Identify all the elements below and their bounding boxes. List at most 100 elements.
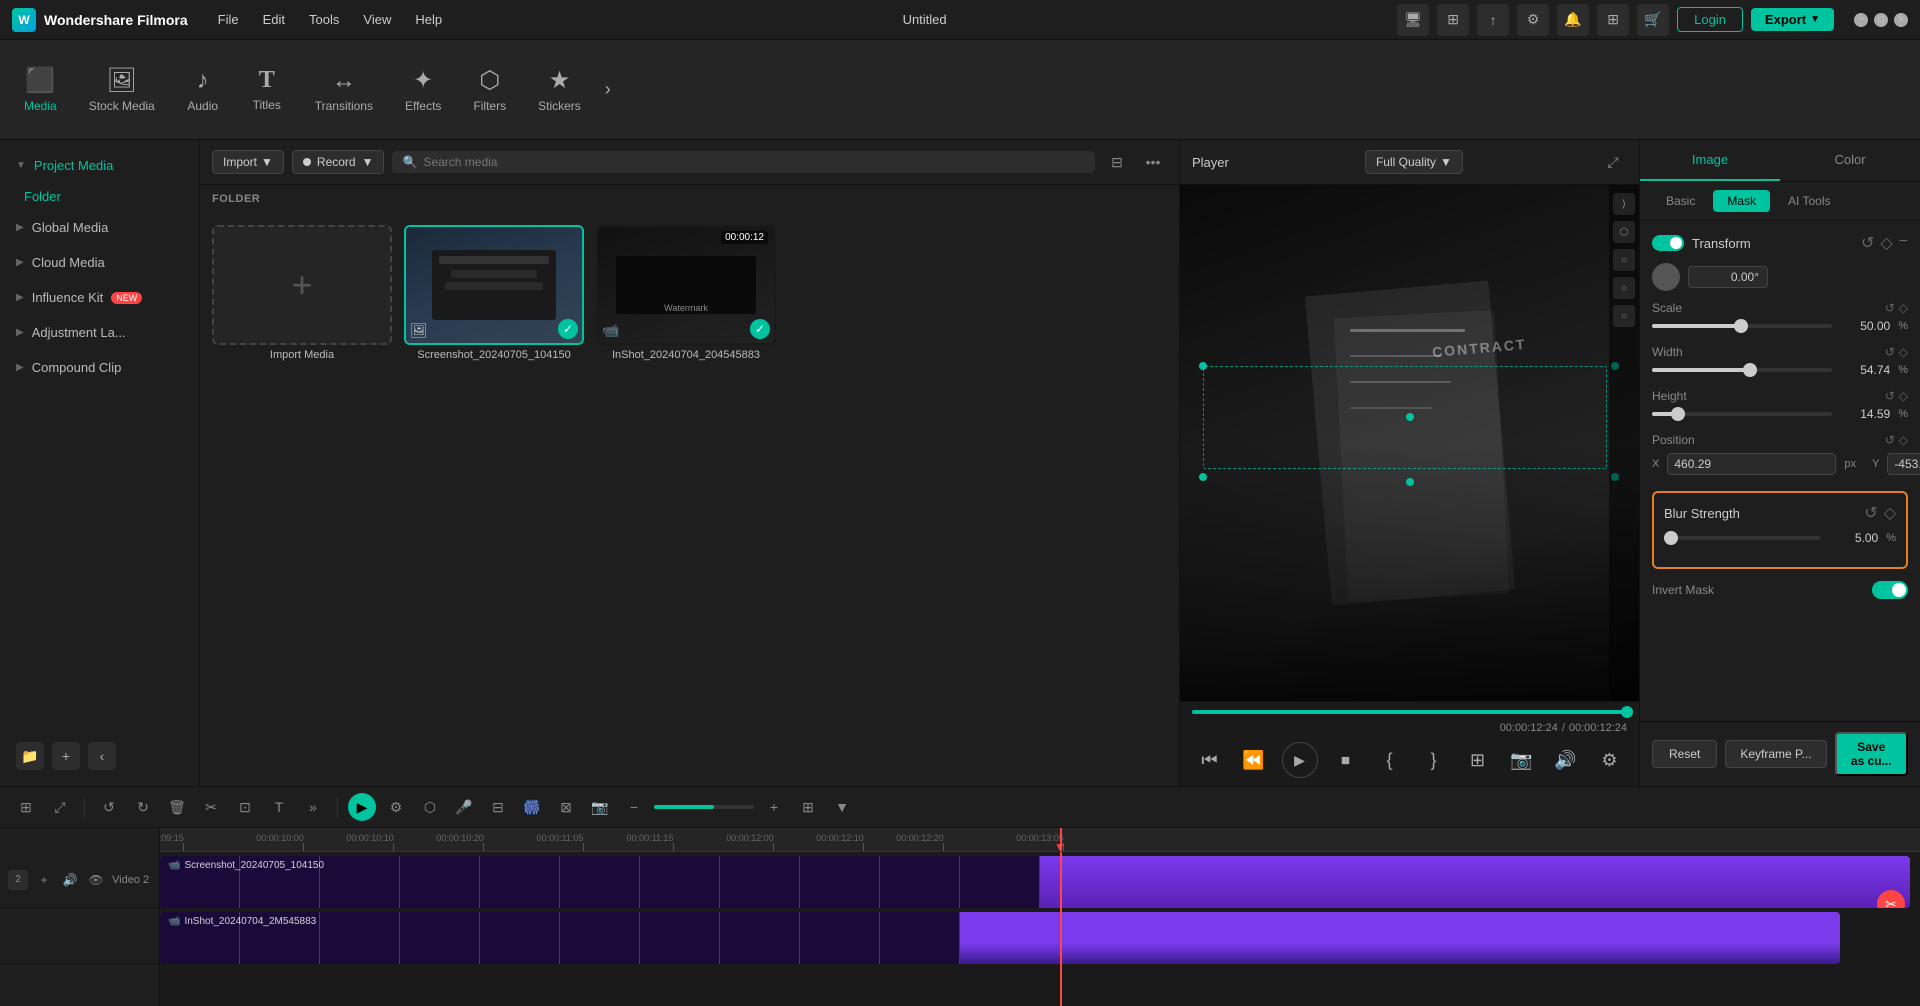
sidebar-item-compound-clip[interactable]: ▶ Compound Clip (0, 350, 199, 385)
media-item-inshot[interactable]: 00:00:12 Watermark 📹 ✓ InShot_20240704_2… (596, 225, 776, 774)
import-button[interactable]: Import ▼ (212, 150, 284, 174)
settings-icon[interactable]: ⚙ (1517, 4, 1549, 36)
scissors-button[interactable]: ✂ (1877, 890, 1905, 908)
tool-filters[interactable]: ⬡ Filters (457, 58, 522, 121)
sidebar-item-global-media[interactable]: ▶ Global Media (0, 210, 199, 245)
video-track-1[interactable]: 📹 Screenshot_20240705_104150 ✂ (160, 856, 1910, 908)
side-btn-3[interactable]: ○ (1613, 249, 1635, 271)
tl-magnet-btn[interactable]: ⤢ (46, 793, 74, 821)
blur-slider[interactable] (1664, 536, 1820, 540)
subtab-ai-tools[interactable]: AI Tools (1774, 190, 1844, 212)
reset-transform-icon[interactable]: ↺ (1861, 233, 1874, 253)
scale-reset-icon[interactable]: ↺ (1885, 301, 1895, 315)
preview-progress-bar[interactable] (1192, 710, 1627, 714)
menu-tools[interactable]: Tools (299, 8, 349, 31)
tl-cut-btn[interactable]: ✂ (197, 793, 225, 821)
subtab-mask[interactable]: Mask (1713, 190, 1770, 212)
side-btn-2[interactable]: ⬡ (1613, 221, 1635, 243)
height-diamond-icon[interactable]: ◇ (1899, 389, 1908, 403)
menu-edit[interactable]: Edit (253, 8, 295, 31)
subtab-basic[interactable]: Basic (1652, 190, 1709, 212)
x-input[interactable]: 460.29 (1667, 453, 1836, 475)
skip-back-button[interactable]: ⏮ (1194, 744, 1226, 776)
import-media-item[interactable]: + Import Media (212, 225, 392, 774)
transform-diamond-icon[interactable]: ◇ (1880, 233, 1892, 253)
snapshot-button[interactable]: 📷 (1506, 744, 1538, 776)
quality-select[interactable]: Full Quality ▼ (1365, 150, 1463, 174)
tl-undo-btn[interactable]: ↺ (95, 793, 123, 821)
sidebar-folder[interactable]: Folder (0, 183, 199, 210)
more-button[interactable]: ••• (1139, 148, 1167, 176)
close-button[interactable]: × (1894, 13, 1908, 27)
tl-more2-btn[interactable]: ▼ (828, 793, 856, 821)
scale-slider[interactable] (1652, 324, 1832, 328)
volume-button[interactable]: 🔊 (1550, 744, 1582, 776)
tl-layer-btn[interactable]: ⊟ (484, 793, 512, 821)
sidebar-item-cloud-media[interactable]: ▶ Cloud Media (0, 245, 199, 280)
play-button[interactable]: ▶ (1282, 742, 1318, 778)
sidebar-item-adjustment[interactable]: ▶ Adjustment La... (0, 315, 199, 350)
width-slider[interactable] (1652, 368, 1832, 372)
tl-mic-btn[interactable]: 🎤 (450, 793, 478, 821)
export-button[interactable]: Export ▼ (1751, 8, 1834, 31)
layout-button[interactable]: ⊞ (1462, 744, 1494, 776)
blur-diamond-icon[interactable]: ◇ (1884, 503, 1896, 523)
side-btn-1[interactable]: ⟩ (1613, 193, 1635, 215)
shop-icon[interactable]: 🛒 (1637, 4, 1669, 36)
save-as-button[interactable]: Save as cu... (1835, 732, 1908, 776)
maximize-button[interactable]: □ (1874, 13, 1888, 27)
media-item-screenshot[interactable]: 🖼 ✓ Screenshot_20240705_104150 (404, 225, 584, 774)
tl-redo-btn[interactable]: ↻ (129, 793, 157, 821)
tl-split-btn[interactable]: ⊠ (552, 793, 580, 821)
keyframe-button[interactable]: Keyframe P... (1725, 740, 1826, 768)
tool-audio[interactable]: ♪ Audio (171, 59, 235, 121)
add-button[interactable]: + (52, 742, 80, 770)
preview-expand-icon[interactable]: ⤢ (1599, 148, 1627, 176)
tl-layout-btn[interactable]: ⊞ (12, 793, 40, 821)
side-btn-5[interactable]: ○ (1613, 305, 1635, 327)
tool-transitions[interactable]: ↔ Transitions (299, 59, 389, 121)
y-input[interactable]: -453.80 (1887, 453, 1920, 475)
width-diamond-icon[interactable]: ◇ (1899, 345, 1908, 359)
filter-button[interactable]: ⊟ (1103, 148, 1131, 176)
stop-button[interactable]: ⏹ (1330, 744, 1362, 776)
rotation-input[interactable]: 0.00° (1688, 266, 1768, 288)
blur-reset-icon[interactable]: ↺ (1864, 503, 1877, 523)
media-thumb-inshot[interactable]: 00:00:12 Watermark 📹 ✓ (596, 225, 776, 345)
tool-media[interactable]: ⬛ Media (8, 58, 73, 121)
tl-settings3-btn[interactable]: ⚙ (382, 793, 410, 821)
apps-icon[interactable]: ⊞ (1597, 4, 1629, 36)
tl-expand-btn[interactable]: » (299, 793, 327, 821)
menu-file[interactable]: File (208, 8, 249, 31)
menu-view[interactable]: View (353, 8, 401, 31)
tab-color[interactable]: Color (1780, 140, 1920, 181)
import-media-thumb[interactable]: + (212, 225, 392, 345)
record-button[interactable]: Record ▼ (292, 150, 385, 174)
transform-toggle[interactable] (1652, 235, 1684, 251)
scale-diamond-icon[interactable]: ◇ (1899, 301, 1908, 315)
tl-minus-btn[interactable]: − (620, 793, 648, 821)
tl-crop-btn[interactable]: ⊡ (231, 793, 259, 821)
track-eye-btn[interactable]: 👁 (86, 870, 106, 890)
step-back-button[interactable]: ⏪ (1238, 744, 1270, 776)
track-volume-btn[interactable]: 🔊 (60, 870, 80, 890)
tool-titles[interactable]: T Titles (235, 59, 299, 120)
width-reset-icon[interactable]: ↺ (1885, 345, 1895, 359)
collapse-button[interactable]: ‹ (88, 742, 116, 770)
tool-stickers[interactable]: ★ Stickers (522, 58, 597, 121)
minimize-button[interactable]: − (1854, 13, 1868, 27)
sidebar-item-project-media[interactable]: ▼ Project Media (0, 148, 199, 183)
media-thumb-screenshot[interactable]: 🖼 ✓ (404, 225, 584, 345)
transform-collapse-icon[interactable]: − (1899, 233, 1908, 253)
tl-grid-view-btn[interactable]: ⊞ (794, 793, 822, 821)
tl-text-btn[interactable]: T (265, 793, 293, 821)
login-button[interactable]: Login (1677, 7, 1743, 32)
search-input[interactable] (423, 155, 1085, 169)
mark-in-button[interactable]: { (1374, 744, 1406, 776)
side-btn-4[interactable]: ○ (1613, 277, 1635, 299)
tool-effects[interactable]: ✦ Effects (389, 58, 457, 121)
invert-mask-toggle[interactable] (1872, 581, 1908, 599)
tab-image[interactable]: Image (1640, 140, 1780, 181)
tl-plus-btn[interactable]: + (760, 793, 788, 821)
tl-delete-btn[interactable]: 🗑 (163, 793, 191, 821)
